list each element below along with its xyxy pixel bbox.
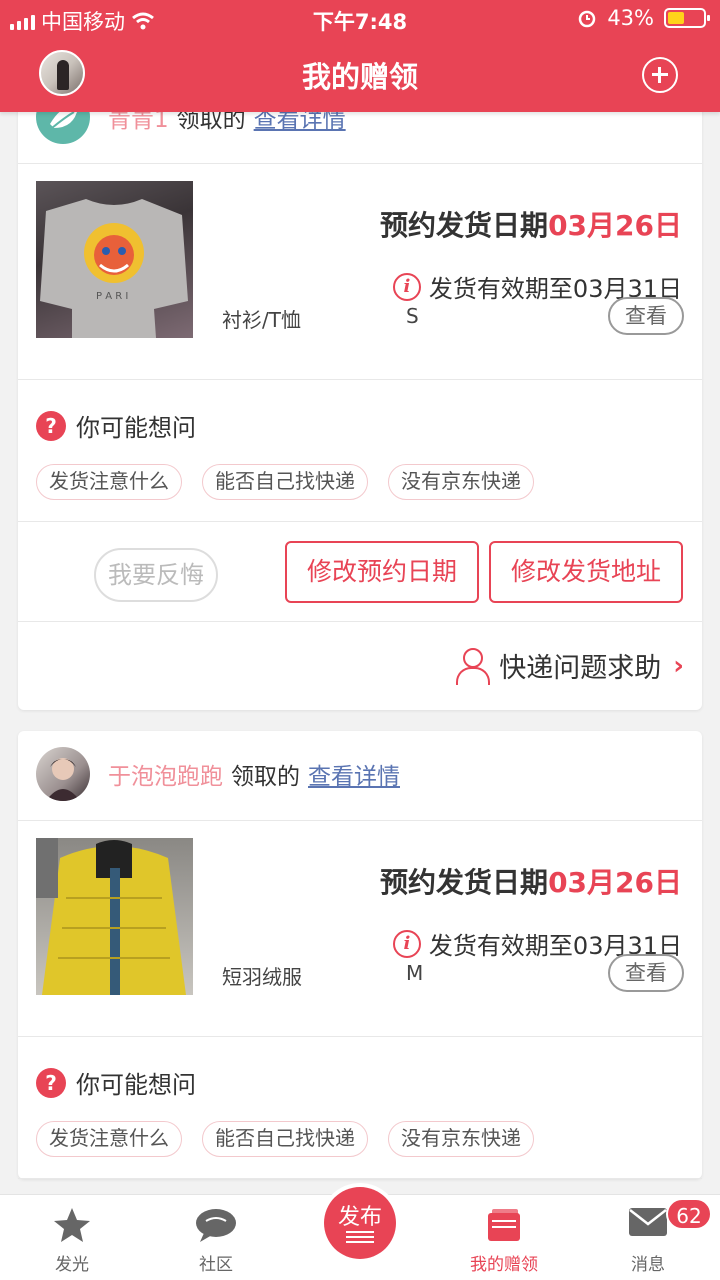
user-avatar[interactable] (36, 747, 90, 801)
info-icon: i (392, 929, 421, 958)
product-size: M (406, 961, 424, 985)
battery-percent: 43% (607, 6, 654, 30)
product-section: P A R I 预约发货日期03月26日 i 发货有效期至03月31日 衬衫/T… (18, 164, 702, 380)
action-row: 我要反悔 修改预约日期 修改发货地址 (18, 522, 702, 622)
faq-chip[interactable]: 发货注意什么 (36, 464, 182, 500)
battery-icon (664, 8, 710, 28)
appointment-label: 预约发货日期 (380, 209, 549, 242)
modify-date-button[interactable]: 修改预约日期 (285, 541, 479, 603)
faq-chip[interactable]: 能否自己找快递 (202, 464, 368, 500)
appointment-label: 预约发货日期 (380, 866, 549, 899)
faq-chip[interactable]: 发货注意什么 (36, 1121, 182, 1157)
chat-bubble-icon (196, 1209, 236, 1242)
product-thumbnail[interactable]: P A R I (36, 181, 193, 338)
user-nickname[interactable]: 于泡泡跑跑 (108, 764, 223, 790)
tab-label: 发光 (55, 1255, 89, 1275)
faq-chip[interactable]: 没有京东快递 (388, 464, 534, 500)
question-icon: ? (36, 410, 66, 441)
card-header: 于泡泡跑跑 领取的 查看详情 (18, 731, 702, 821)
info-icon: i (392, 272, 421, 301)
view-button[interactable]: 查看 (608, 297, 684, 335)
message-count-badge: 62 (666, 1198, 712, 1230)
regret-button[interactable]: 我要反悔 (94, 548, 218, 602)
question-icon: ? (36, 1067, 66, 1098)
tab-label: 我的赠领 (470, 1255, 538, 1275)
view-detail-link[interactable]: 查看详情 (308, 764, 400, 790)
view-button[interactable]: 查看 (608, 954, 684, 992)
publish-button[interactable]: 发布 (324, 1187, 396, 1259)
product-section: 预约发货日期03月26日 i 发货有效期至03月31日 短羽绒服 M 查看 (18, 821, 702, 1037)
publish-icon (346, 1231, 374, 1243)
tab-label: 消息 (631, 1255, 665, 1275)
gift-card: 于泡泡跑跑 领取的 查看详情 预约发货日期03月26日 i 发货有效期至03月31日… (18, 731, 702, 1179)
faq-chip[interactable]: 没有京东快递 (388, 1121, 534, 1157)
chevron-right-icon: › (673, 650, 684, 681)
alarm-icon (579, 10, 596, 28)
taken-label: 领取的 (231, 764, 300, 790)
product-name: 短羽绒服 (222, 965, 302, 989)
top-bar: 中国移动 下午7:48 43% 我的赠领 (0, 0, 720, 112)
person-icon (455, 647, 491, 685)
tab-shine[interactable]: 发光 (0, 1195, 144, 1280)
product-name: 衬衫/T恤 (222, 308, 301, 332)
status-bar: 中国移动 下午7:48 43% (0, 0, 720, 38)
svg-text:P A R I: P A R I (96, 291, 128, 302)
faq-section: ? 你可能想问 发货注意什么 能否自己找快递 没有京东快递 (18, 1037, 702, 1179)
publish-label: 发布 (337, 1205, 382, 1230)
tab-community[interactable]: 社区 (144, 1195, 288, 1280)
appointment-date: 03月26日 (548, 866, 682, 899)
add-icon[interactable] (642, 57, 678, 93)
gift-card: 青青1 领取的 查看详情 P A R I 预约发货日期03月26日 i 发货有效期至… (18, 74, 702, 710)
faq-section: ? 你可能想问 发货注意什么 能否自己找快递 没有京东快递 (18, 380, 702, 522)
courier-help-label: 快递问题求助 (499, 653, 662, 684)
faq-title: 你可能想问 (76, 414, 196, 442)
courier-help-row[interactable]: 快递问题求助 › (18, 622, 702, 710)
product-thumbnail[interactable] (36, 838, 193, 995)
mail-icon (629, 1208, 667, 1236)
tab-my-gifts[interactable]: 我的赠领 (432, 1195, 576, 1280)
modify-address-button[interactable]: 修改发货地址 (489, 541, 683, 603)
tab-label: 社区 (199, 1255, 233, 1275)
page-title: 我的赠领 (301, 60, 418, 94)
tab-bar: 发光 社区 发布 我的赠领 消息 (0, 1187, 720, 1280)
product-size: S (406, 304, 419, 328)
faq-chip[interactable]: 能否自己找快递 (202, 1121, 368, 1157)
appointment-date: 03月26日 (548, 209, 682, 242)
star-icon (54, 1208, 90, 1242)
faq-title: 你可能想问 (76, 1071, 196, 1099)
gift-box-icon (488, 1209, 520, 1241)
